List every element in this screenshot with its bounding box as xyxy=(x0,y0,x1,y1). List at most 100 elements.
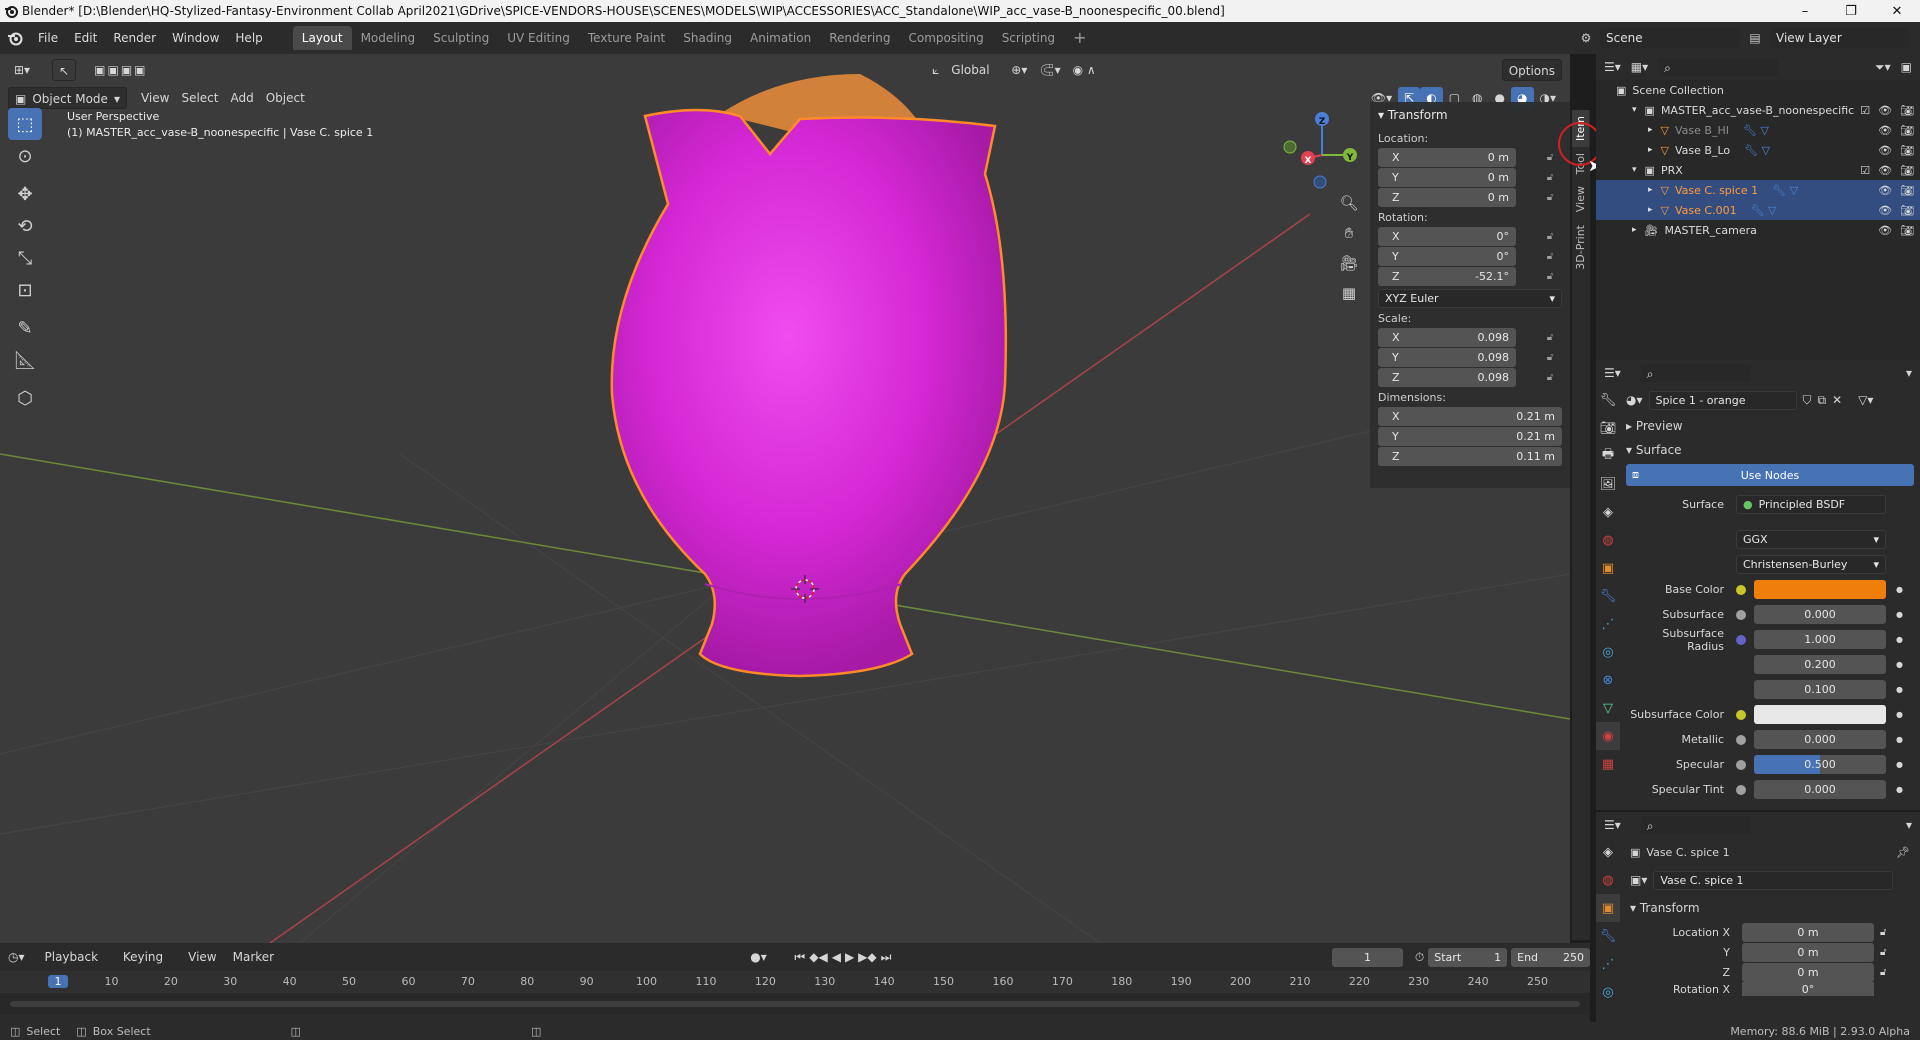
view-layer-tab-icon[interactable]: 🖼︎ xyxy=(1596,470,1620,498)
maximize-button[interactable]: ❐ xyxy=(1828,0,1874,22)
object-tab-icon[interactable]: ▣ xyxy=(1596,554,1620,582)
lock-icon[interactable]: 🔓︎ xyxy=(1540,152,1560,163)
menu-view[interactable]: View xyxy=(135,87,175,109)
orientation-select[interactable]: Global xyxy=(945,59,1005,81)
tab-view[interactable]: View xyxy=(1572,180,1589,218)
duplicate-material-icon[interactable]: ⧉ xyxy=(1818,393,1827,408)
view-layer-icon[interactable]: ▤ xyxy=(1740,31,1770,45)
fake-user-icon[interactable]: ⛉ xyxy=(1803,393,1812,408)
outliner-editor-icon[interactable]: ☰▾ xyxy=(1604,60,1621,74)
select-mode-icon[interactable]: ↖ xyxy=(52,59,77,81)
vase-body[interactable] xyxy=(610,108,1008,678)
lock-icon[interactable]: 🔓︎ xyxy=(1540,231,1560,242)
menu-render[interactable]: Render xyxy=(105,27,164,49)
start-frame-field[interactable]: Start 1 xyxy=(1428,947,1508,967)
object-tab-icon[interactable]: ▣ xyxy=(1596,894,1620,922)
location-y-field[interactable]: Y0 m xyxy=(1378,167,1516,187)
outliner-search-input[interactable]: ⌕ xyxy=(1658,58,1779,76)
current-frame-field[interactable]: 1 xyxy=(1332,947,1403,967)
keyframe-dot-icon[interactable]: ● xyxy=(1896,660,1903,669)
dimensions-z-field[interactable]: Z 0.11 m xyxy=(1378,446,1562,466)
render-camera-icon[interactable]: 📷︎ xyxy=(1900,144,1914,157)
timeline-track[interactable] xyxy=(0,993,1590,1015)
options-button[interactable]: Options xyxy=(1501,59,1562,81)
play-icon[interactable]: ▶ xyxy=(845,950,854,964)
keyframe-dot-icon[interactable]: ● xyxy=(1896,760,1903,769)
physics-tab-icon[interactable]: ◎ xyxy=(1596,638,1620,666)
tab-sculpting[interactable]: Sculpting xyxy=(424,26,498,50)
modifier-tab-icon[interactable]: 🔧︎ xyxy=(1596,582,1620,610)
unlink-material-icon[interactable]: ✕ xyxy=(1832,393,1842,407)
eye-icon[interactable]: 👁︎ xyxy=(1878,164,1892,177)
menu-playback[interactable]: Playback ▾ xyxy=(39,946,113,986)
tab-compositing[interactable]: Compositing xyxy=(899,26,992,50)
lock-icon[interactable]: 🔓︎ xyxy=(1880,967,1886,978)
lock-icon[interactable]: 🔓︎ xyxy=(1540,372,1560,383)
pan-hand-icon[interactable]: ✋︎ xyxy=(1336,224,1362,250)
pivot-icon[interactable]: ⊕▾ xyxy=(1005,59,1033,81)
play-reverse-icon[interactable]: ◀ xyxy=(832,950,841,964)
display-mode-icon[interactable]: ▦▾ xyxy=(1631,60,1648,74)
outliner-row[interactable]: ▸ ▽ Vase B_Lo 🔧︎ ▽ 👁︎ 📷︎ xyxy=(1596,140,1920,160)
tab-layout[interactable]: Layout xyxy=(292,26,352,50)
eye-icon[interactable]: 👁︎ xyxy=(1878,204,1892,217)
scale-tool-icon[interactable]: ⤡ xyxy=(8,242,42,274)
lock-icon[interactable]: 🔓︎ xyxy=(1540,251,1560,262)
rotation-y-field[interactable]: Y 0° xyxy=(1378,246,1516,266)
modifier-tab-icon[interactable]: 🔧︎ xyxy=(1596,922,1620,950)
zoom-icon[interactable]: 🔍︎ xyxy=(1336,194,1362,220)
move-tool-icon[interactable]: ✥ xyxy=(8,178,42,210)
dimensions-y-field[interactable]: Y 0.21 m xyxy=(1378,426,1562,446)
tab-3d-print[interactable]: 3D-Print xyxy=(1572,219,1589,276)
menu-select[interactable]: Select xyxy=(175,87,224,109)
socket-dot-icon[interactable] xyxy=(1736,709,1746,720)
material-link-icon[interactable]: ▽▾ xyxy=(1858,393,1873,407)
properties-search-input[interactable]: ⌕ xyxy=(1640,816,1751,834)
physics-tab-icon[interactable]: ◎ xyxy=(1596,978,1620,1006)
annotate-tool-icon[interactable]: ✎ xyxy=(8,312,42,344)
constraints-tab-icon[interactable]: ⊗ xyxy=(1596,666,1620,694)
expand-arrow-right-icon[interactable]: ▸ xyxy=(1648,145,1653,155)
dimensions-x-field[interactable]: X 0.21 m xyxy=(1378,406,1562,426)
expand-arrow-right-icon[interactable]: ▸ xyxy=(1632,225,1637,235)
socket-dot-icon[interactable] xyxy=(1736,584,1746,595)
lock-icon[interactable]: 🔓︎ xyxy=(1540,192,1560,203)
new-collection-icon[interactable]: ▣ xyxy=(1901,60,1912,74)
menu-object[interactable]: Object xyxy=(260,87,311,109)
camera-view-icon[interactable]: 🎥︎ xyxy=(1336,254,1362,280)
scale-x-field[interactable]: X 0.098 xyxy=(1378,327,1516,347)
object-mode-select[interactable]: ▣ Object Mode ▾ xyxy=(8,87,127,109)
world-tab-icon[interactable]: ◍ xyxy=(1596,526,1620,554)
property-value-field[interactable]: 0.000 xyxy=(1754,780,1886,799)
socket-dot-icon[interactable] xyxy=(1736,759,1746,770)
expand-arrow-right-icon[interactable]: ▸ xyxy=(1648,205,1653,215)
object-rotation-x-field[interactable]: 0° xyxy=(1742,982,1874,996)
object-location-z-field[interactable]: 0 m xyxy=(1742,962,1874,982)
socket-dot-icon[interactable] xyxy=(1736,685,1746,695)
outliner-row[interactable]: ▸ ▽ Vase C.001 🔧︎ ▽ 👁︎ 📷︎ xyxy=(1596,200,1920,220)
property-value-field[interactable] xyxy=(1754,705,1886,724)
socket-dot-icon[interactable] xyxy=(1736,609,1746,620)
eye-icon[interactable]: 👁︎ xyxy=(1878,184,1892,197)
property-value-field[interactable] xyxy=(1754,580,1886,599)
render-camera-icon[interactable]: 📷︎ xyxy=(1900,164,1914,177)
preview-panel-header[interactable]: ▸ Preview xyxy=(1626,414,1920,438)
end-frame-field[interactable]: End 250 xyxy=(1511,947,1590,967)
properties-editor-icon[interactable]: ☰▾ xyxy=(1604,366,1621,380)
cursor-tool-icon[interactable]: ⊙ xyxy=(8,140,42,172)
scene-field[interactable]: Scene xyxy=(1600,28,1740,48)
scale-z-field[interactable]: Z 0.098 xyxy=(1378,367,1516,387)
properties-search-input[interactable]: ⌕ xyxy=(1640,364,1751,382)
transform-tool-icon[interactable]: ⊡ xyxy=(8,274,42,306)
outliner-row[interactable]: ▸ 🎥︎ MASTER_camera 👁︎ 📷︎ xyxy=(1596,220,1920,240)
record-icon[interactable]: ●▾ xyxy=(750,950,767,964)
object-location-y-field[interactable]: 0 m xyxy=(1742,942,1874,962)
rotation-x-field[interactable]: X 0° xyxy=(1378,226,1516,246)
property-value-field[interactable]: 0.000 xyxy=(1754,730,1886,749)
add-cube-tool-icon[interactable]: ⬡ xyxy=(8,382,42,414)
socket-dot-icon[interactable] xyxy=(1736,784,1746,795)
object-transform-header[interactable]: ▾ Transform xyxy=(1630,894,1920,922)
jump-end-icon[interactable]: ⏭ xyxy=(881,950,892,965)
gizmo-neg-z[interactable] xyxy=(1313,175,1327,189)
eye-icon[interactable]: 👁︎ xyxy=(1878,224,1892,237)
